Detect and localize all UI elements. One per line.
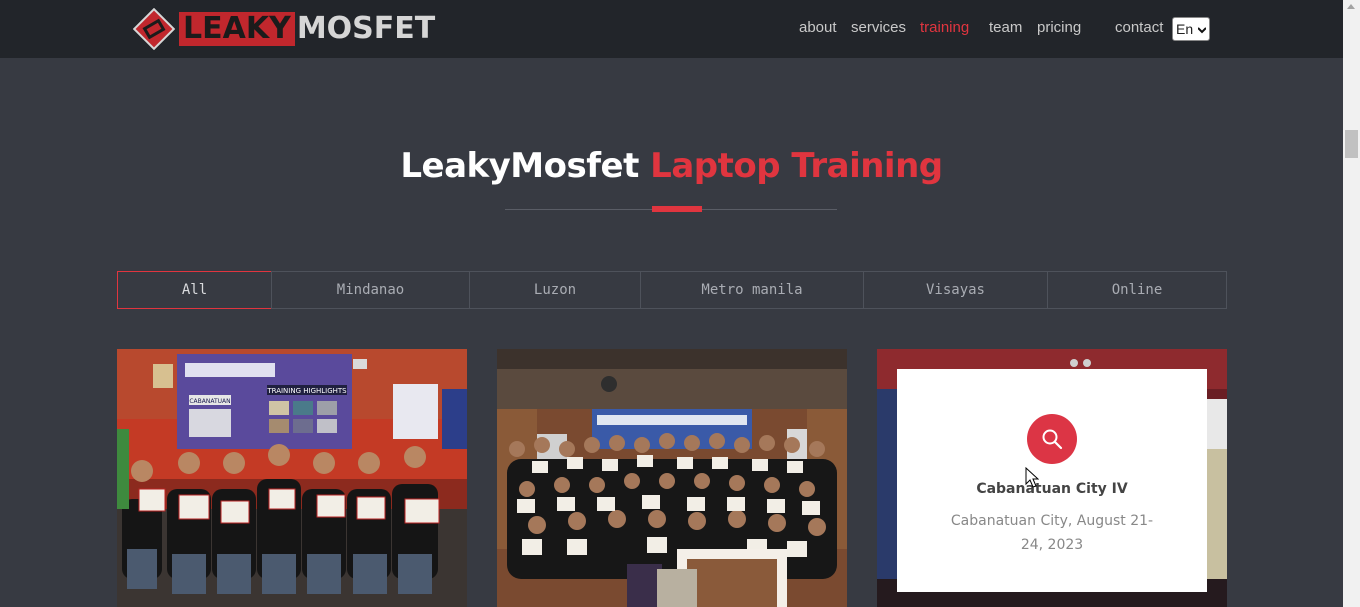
page-scrollbar[interactable] <box>1343 0 1360 607</box>
hover-info-panel: Cabanatuan City IV Cabanatuan City, Augu… <box>897 369 1207 592</box>
filter-all[interactable]: All <box>117 271 272 309</box>
gallery-item[interactable]: TRAINING HIGHLIGHTS CABANATUAN <box>117 349 467 607</box>
search-icon <box>1042 429 1063 450</box>
chevron-down-icon <box>1198 27 1206 34</box>
language-value: En <box>1176 21 1194 37</box>
nav-contact[interactable]: contact <box>1115 19 1163 36</box>
nav-pricing[interactable]: pricing <box>1037 19 1081 36</box>
title-divider-accent <box>652 206 702 212</box>
training-group-photo <box>497 349 847 607</box>
brand-part1: LEAKY <box>179 12 295 46</box>
gallery-item-caption: Cabanatuan City, August 21-24, 2023 <box>950 513 1154 553</box>
logo-mark-icon <box>132 7 176 51</box>
filter-online[interactable]: Online <box>1047 271 1227 309</box>
page-title: LeakyMosfet Laptop Training <box>0 146 1343 186</box>
mouse-cursor-icon <box>1025 467 1039 488</box>
brand-logo[interactable]: LEAKY MOSFET <box>132 7 436 51</box>
nav-services[interactable]: services <box>851 19 906 36</box>
gallery-item-title[interactable]: Cabanatuan City IV <box>897 481 1207 497</box>
zoom-button[interactable] <box>1027 414 1077 464</box>
filter-mindanao[interactable]: Mindanao <box>271 271 470 309</box>
scroll-up-arrow-icon[interactable] <box>1347 4 1355 9</box>
banner-location: CABANATUAN <box>189 398 230 405</box>
banner-highlights: TRAINING HIGHLIGHTS <box>266 387 347 395</box>
nav-training[interactable]: training <box>920 19 969 36</box>
title-accent: Laptop Training <box>650 146 943 186</box>
filter-visayas[interactable]: Visayas <box>863 271 1048 309</box>
site-header: LEAKY MOSFET about services training tea… <box>0 0 1343 58</box>
gallery-item-hovered[interactable]: Cabanatuan City IV Cabanatuan City, Augu… <box>877 349 1227 607</box>
nav-team[interactable]: team <box>989 19 1022 36</box>
filter-luzon[interactable]: Luzon <box>469 271 641 309</box>
gallery-item[interactable] <box>497 349 847 607</box>
training-group-photo: TRAINING HIGHLIGHTS CABANATUAN <box>117 349 467 607</box>
language-select[interactable]: En <box>1172 17 1210 41</box>
filter-metro-manila[interactable]: Metro manila <box>640 271 864 309</box>
title-main: LeakyMosfet <box>400 146 639 186</box>
region-filter-tabs: All Mindanao Luzon Metro manila Visayas … <box>117 271 1227 309</box>
nav-about[interactable]: about <box>799 19 837 36</box>
brand-part2: MOSFET <box>296 11 436 46</box>
scrollbar-thumb[interactable] <box>1345 130 1358 158</box>
